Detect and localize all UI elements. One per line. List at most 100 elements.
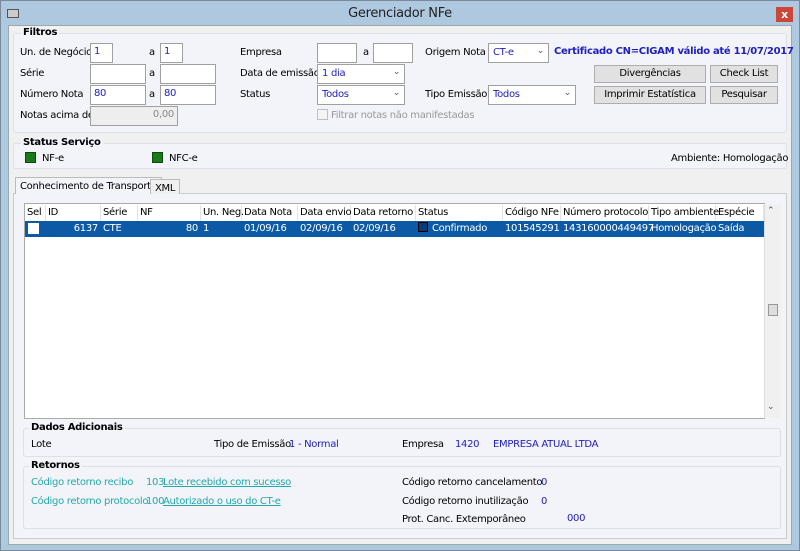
close-button[interactable]: x	[776, 7, 793, 22]
cell-especie: Saída	[718, 223, 745, 234]
protocolo-label: Código retorno protocolo	[31, 496, 149, 507]
cancelamento-label: Código retorno cancelamento	[402, 477, 543, 488]
tab-conhecimento-transporte[interactable]: Conhecimento de Transporte	[15, 177, 162, 194]
un-negocio-label: Un. de Negócio	[20, 47, 92, 58]
chevron-down-icon: ⌄	[536, 46, 545, 56]
status-select[interactable]: Todos ⌄	[317, 85, 405, 105]
divergencias-button[interactable]: Divergências	[594, 65, 706, 83]
un-negocio-to-input[interactable]: 1	[160, 43, 183, 63]
column-header[interactable]: Código NFe	[503, 205, 561, 221]
notas-acima-label: Notas acima de	[20, 110, 94, 121]
tipo-emissao-dados-value: 1 - Normal	[289, 439, 339, 450]
tipo-emissao-label: Tipo Emissão	[425, 89, 488, 100]
tipo-emissao-value: Todos	[493, 89, 520, 100]
nfe-status-indicator	[25, 152, 36, 163]
sep-label: a	[149, 68, 155, 79]
column-header[interactable]: Status	[416, 205, 503, 221]
numero-nota-label: Número Nota	[20, 89, 84, 100]
data-emissao-select[interactable]: 1 dia ⌄	[317, 64, 405, 84]
column-header[interactable]: Número protocolo	[561, 205, 649, 221]
scroll-thumb[interactable]	[768, 304, 778, 316]
lote-label: Lote	[31, 439, 52, 450]
notes-grid: Sel ID Série NF Un. Neg. Data Nota Data envio D…	[24, 203, 781, 419]
cell-nf: 80	[185, 223, 198, 234]
nfce-label: NFC-e	[169, 153, 198, 164]
data-emissao-value: 1 dia	[322, 68, 346, 79]
empresa-from-input[interactable]	[317, 43, 357, 63]
status-box-icon	[418, 222, 428, 232]
cell-data-nota: 01/09/16	[244, 223, 287, 234]
column-header[interactable]: Série	[101, 205, 138, 221]
column-header[interactable]: Tipo ambiente	[649, 205, 719, 221]
un-negocio-from-input[interactable]: 1	[90, 43, 113, 63]
column-header[interactable]: NF	[138, 205, 201, 221]
cell-status: Confirmado	[416, 221, 503, 237]
column-header[interactable]: Sel	[25, 205, 46, 221]
nfe-label: NF-e	[42, 153, 64, 164]
title-bar: Gerenciador NFe x	[1, 1, 799, 25]
cell-data-envio: 02/09/16	[300, 223, 343, 234]
nfce-status-indicator	[152, 152, 163, 163]
status-label: Status	[240, 89, 271, 100]
recibo-message-link[interactable]: Lote recebido com sucesso	[163, 477, 291, 488]
sep-label: a	[363, 47, 369, 58]
empresa-code: 1420	[455, 439, 480, 450]
cell-protocolo: 143160000449497	[563, 223, 654, 234]
cell-serie: CTE	[103, 223, 122, 234]
scroll-up-icon[interactable]: ⌃	[767, 206, 775, 216]
tab-xml[interactable]: XML	[150, 179, 181, 194]
inutilizacao-value: 0	[541, 496, 548, 507]
cell-codigo-nfe: 101545291	[505, 223, 560, 234]
column-header[interactable]: Espécie	[716, 205, 764, 221]
recibo-code: 103	[146, 477, 165, 488]
numero-nota-to-input[interactable]: 80	[160, 85, 216, 105]
certificado-label: Certificado CN=CIGAM válido até 11/07/20…	[554, 46, 794, 57]
column-header[interactable]: Un. Neg.	[201, 205, 244, 221]
protocolo-code: 100	[146, 496, 165, 507]
column-header[interactable]: Data retorno	[351, 205, 416, 221]
numero-nota-from-input[interactable]: 80	[90, 85, 146, 105]
sep-label: a	[149, 89, 155, 100]
check-list-button[interactable]: Check List	[710, 65, 778, 83]
column-header[interactable]: Data Nota	[242, 205, 298, 221]
origem-select[interactable]: CT-e ⌄	[488, 43, 549, 63]
row-select-checkbox[interactable]	[25, 221, 46, 237]
imprimir-estatistica-button[interactable]: Imprimir Estatística	[594, 86, 706, 104]
retornos-title: Retornos	[29, 460, 82, 471]
filtrar-checkbox[interactable]	[317, 109, 328, 120]
filtros-title: Filtros	[21, 27, 60, 38]
window: Gerenciador NFe x Filtros Un. de Negócio…	[0, 0, 800, 551]
empresa-to-input[interactable]	[373, 43, 413, 63]
column-header[interactable]: Data envio	[298, 205, 352, 221]
chevron-down-icon: ⌄	[392, 67, 401, 77]
recibo-label: Código retorno recibo	[31, 477, 134, 488]
status-servico-title: Status Serviço	[21, 137, 103, 148]
cell-data-retorno: 02/09/16	[353, 223, 396, 234]
status-value: Todos	[322, 89, 349, 100]
ambiente-label: Ambiente: Homologação	[671, 153, 789, 164]
table-row[interactable]: 6137 CTE 80 1 01/09/16 02/09/16 02/09/16 Confir…	[25, 221, 765, 237]
protocolo-message-link[interactable]: Autorizado o uso do CT-e	[163, 496, 281, 507]
serie-from-input[interactable]	[90, 64, 146, 84]
cell-tipo-ambiente: Homologação	[651, 223, 717, 234]
dados-adicionais-title: Dados Adicionais	[29, 422, 125, 433]
notas-acima-input[interactable]: 0,00	[90, 106, 178, 126]
chevron-down-icon: ⌄	[392, 88, 401, 98]
cancelamento-value: 0	[541, 477, 548, 488]
tipo-emissao-dados-label: Tipo de Emissão	[214, 439, 291, 450]
client-area: Filtros Un. de Negócio 1 a 1 Série a Núm…	[8, 25, 794, 545]
cell-un-neg: 1	[203, 223, 210, 234]
empresa-label: Empresa	[240, 47, 282, 58]
tipo-emissao-select[interactable]: Todos ⌄	[488, 85, 576, 105]
inutilizacao-label: Código retorno inutilização	[402, 496, 529, 507]
serie-to-input[interactable]	[160, 64, 216, 84]
empresa-dados-label: Empresa	[402, 439, 444, 450]
pesquisar-button[interactable]: Pesquisar	[710, 86, 778, 104]
origem-label: Origem Nota	[425, 47, 486, 58]
data-emissao-label: Data de emissão	[240, 68, 320, 79]
extemporaneo-value: 000	[567, 513, 586, 524]
column-header[interactable]: ID	[46, 205, 101, 221]
vertical-scrollbar[interactable]: ⌃ ⌄	[764, 204, 781, 418]
cell-id: 6137	[73, 223, 99, 234]
scroll-down-icon[interactable]: ⌄	[767, 402, 775, 412]
